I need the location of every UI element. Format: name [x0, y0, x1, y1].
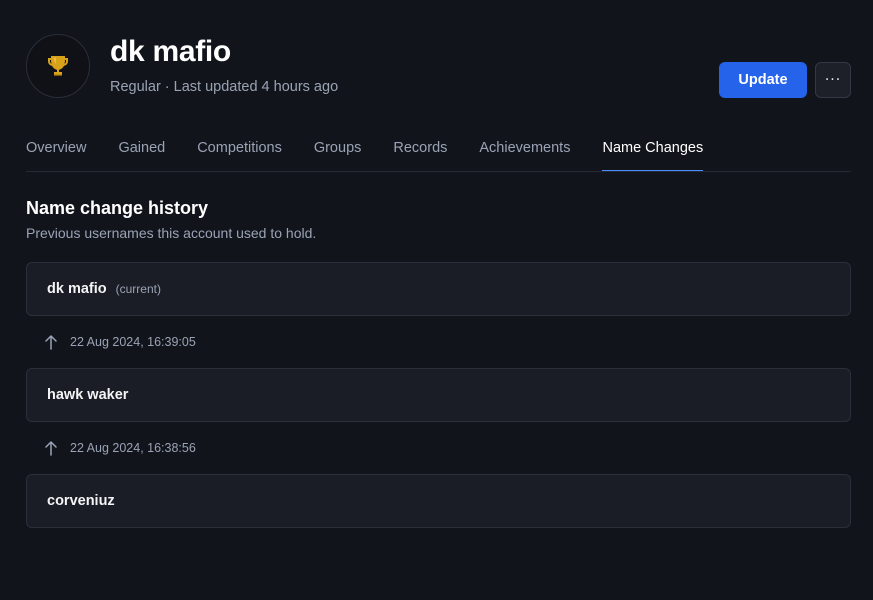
- tab-groups[interactable]: Groups: [314, 126, 362, 170]
- player-avatar: [26, 34, 90, 98]
- profile-tabs: Overview Gained Competitions Groups Reco…: [26, 126, 851, 172]
- tab-achievements[interactable]: Achievements: [479, 126, 570, 170]
- change-timestamp: 22 Aug 2024, 16:39:05: [70, 335, 196, 349]
- trophy-icon: [48, 56, 68, 76]
- player-page: dk mafio Regular · Last updated 4 hours …: [0, 0, 873, 600]
- username: hawk waker: [47, 387, 129, 403]
- tab-competitions[interactable]: Competitions: [197, 126, 282, 170]
- username: dk mafio: [47, 281, 107, 297]
- section-title: Name change history: [26, 198, 209, 218]
- name-card-current: dk mafio (current): [26, 262, 851, 316]
- name-card: hawk waker: [26, 368, 851, 422]
- change-timestamp: 22 Aug 2024, 16:38:56: [70, 441, 196, 455]
- player-name: dk mafio: [110, 35, 231, 68]
- current-badge: (current): [115, 282, 161, 296]
- player-header: dk mafio Regular · Last updated 4 hours …: [26, 0, 851, 126]
- update-button[interactable]: Update: [719, 62, 807, 98]
- arrow-up-icon: [45, 441, 57, 456]
- tab-name-changes[interactable]: Name Changes: [602, 126, 703, 171]
- player-subtitle: Regular · Last updated 4 hours ago: [110, 79, 339, 95]
- username: corveniuz: [47, 493, 115, 509]
- tab-overview[interactable]: Overview: [26, 126, 86, 170]
- section-description: Previous usernames this account used to …: [26, 225, 317, 241]
- more-options-button[interactable]: ···: [815, 62, 851, 98]
- tab-records[interactable]: Records: [393, 126, 447, 170]
- name-card: corveniuz: [26, 474, 851, 528]
- name-change-list: dk mafio (current) 22 Aug 2024, 16:39:05…: [26, 262, 851, 528]
- arrow-up-icon: [45, 335, 57, 350]
- name-change-entry: 22 Aug 2024, 16:39:05: [26, 316, 851, 368]
- tab-gained[interactable]: Gained: [118, 126, 165, 170]
- name-change-entry: 22 Aug 2024, 16:38:56: [26, 422, 851, 474]
